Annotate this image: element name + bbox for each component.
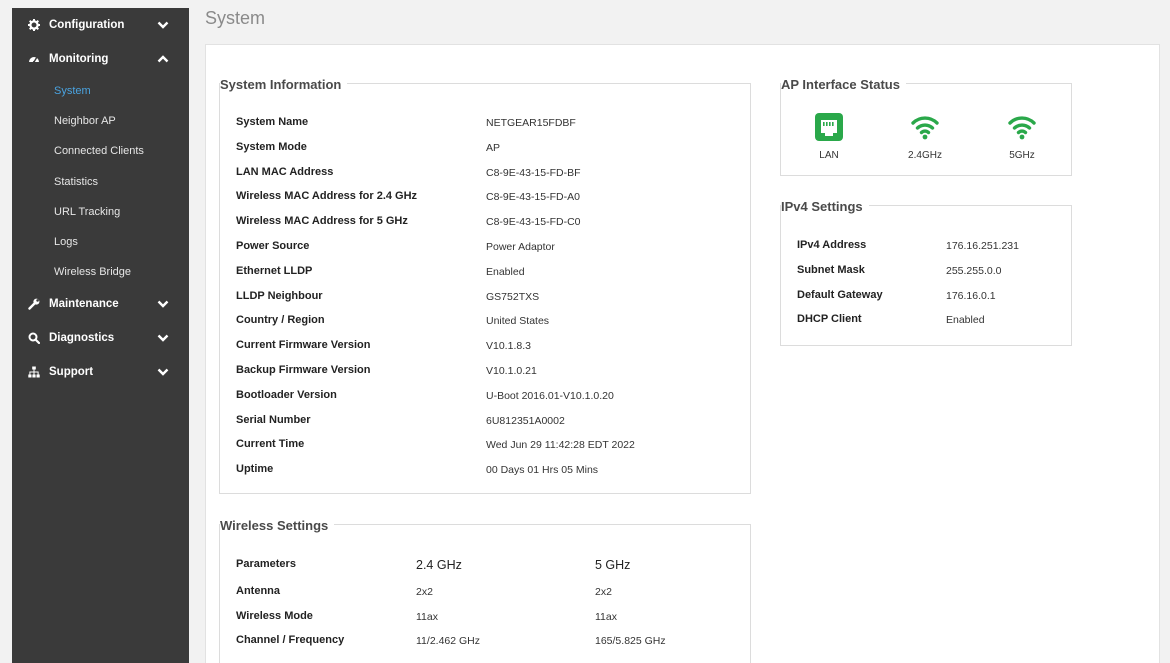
lan-status: LAN: [799, 113, 859, 161]
sidebar-subitem-statistics[interactable]: Statistics: [12, 167, 189, 197]
wireless-row-value: 11/2.462 GHz: [416, 635, 481, 647]
wireless-header-2-4ghz: 2.4 GHz: [416, 558, 462, 572]
system-info-row-label: Current Firmware Version: [236, 339, 371, 352]
sidebar-item-label: Support: [49, 366, 94, 379]
sidebar-item-monitoring[interactable]: Monitoring: [12, 42, 189, 76]
system-info-row-value: 00 Days 01 Hrs 05 Mins: [486, 464, 599, 477]
system-information-title: System Information: [220, 77, 348, 92]
system-info-row-label: Ethernet LLDP: [236, 264, 313, 277]
ap-interface-status-title: AP Interface Status: [781, 77, 906, 92]
wireless-row-value: 2x2: [416, 586, 433, 598]
ipv4-row-value: Enabled: [946, 314, 985, 327]
gear-icon: [28, 19, 40, 31]
wrench-icon: [28, 298, 40, 311]
page-title: System: [205, 8, 266, 28]
chevron-down-icon: [157, 334, 169, 343]
sidebar: Configuration Monitoring System Neighbor…: [12, 8, 189, 663]
sidebar-item-label: Monitoring: [49, 53, 109, 65]
system-info-row-label: Bootloader Version: [236, 388, 337, 401]
ipv4-row-label: DHCP Client: [797, 313, 862, 326]
wifi-5ghz-label: 5GHz: [1009, 150, 1035, 161]
system-info-row-label: Wireless MAC Address for 5 GHz: [236, 215, 408, 228]
lan-status-label: LAN: [819, 150, 839, 161]
ipv4-row-label: Default Gateway: [797, 288, 883, 301]
wireless-settings-title: Wireless Settings: [220, 518, 335, 533]
system-info-row-label: Backup Firmware Version: [236, 364, 371, 376]
sidebar-item-configuration[interactable]: Configuration: [12, 8, 189, 42]
chevron-down-icon: [157, 300, 169, 309]
system-info-row-value: C8-9E-43-15-FD-A0: [486, 191, 580, 204]
ipv4-row-value: 176.16.251.231: [946, 240, 1019, 252]
system-info-row-value: U-Boot 2016.01-V10.1.0.20: [486, 389, 614, 402]
chevron-down-icon: [157, 368, 169, 377]
system-info-row-value: C8-9E-43-15-FD-C0: [486, 216, 581, 229]
ipv4-row-value: 255.255.0.0: [946, 264, 1002, 277]
ipv4-row-label: IPv4 Address: [797, 239, 867, 251]
system-info-row-value: V10.1.8.3: [486, 340, 531, 353]
wifi-2-4ghz-status: 2.4GHz: [895, 113, 955, 161]
sidebar-subitem-url-tracking[interactable]: URL Tracking: [12, 197, 189, 227]
ipv4-row-label: Subnet Mask: [797, 263, 865, 276]
search-icon: [28, 332, 40, 345]
wifi-2-4ghz-label: 2.4GHz: [908, 150, 942, 161]
dashboard-icon: [28, 53, 40, 65]
system-info-row-label: Wireless MAC Address for 2.4 GHz: [236, 190, 418, 203]
sidebar-subitem-system[interactable]: System: [12, 76, 189, 106]
wireless-row-label: Antenna: [236, 585, 280, 597]
system-info-row-value: V10.1.0.21: [486, 365, 537, 377]
wireless-row-value: 11ax: [595, 610, 617, 623]
sidebar-subitem-connected-clients[interactable]: Connected Clients: [12, 136, 189, 166]
sidebar-item-label: Configuration: [49, 19, 125, 31]
system-info-row-value: NETGEAR15FDBF: [486, 117, 576, 129]
system-info-row-value: Power Adaptor: [486, 241, 555, 253]
sidebar-item-label: Maintenance: [49, 298, 119, 311]
ethernet-port-icon: [815, 113, 843, 141]
wifi-icon: [911, 116, 939, 140]
system-info-row-value: Enabled: [486, 265, 525, 278]
sidebar-subitem-wireless-bridge[interactable]: Wireless Bridge: [12, 257, 189, 287]
sidebar-subitem-logs[interactable]: Logs: [12, 227, 189, 257]
system-info-row-value: 6U812351A0002: [486, 414, 565, 427]
system-info-row-value: GS752TXS: [486, 290, 540, 303]
system-info-row-label: System Mode: [236, 140, 307, 153]
system-info-row-value: AP: [486, 141, 501, 154]
system-info-row-value: United States: [486, 315, 550, 328]
wireless-header-parameters: Parameters: [236, 558, 296, 570]
system-info-row-label: Uptime: [236, 463, 274, 476]
wifi-5ghz-status: 5GHz: [992, 113, 1052, 161]
system-info-row-label: Serial Number: [236, 413, 311, 426]
wireless-header-5ghz: 5 GHz: [595, 558, 631, 572]
sidebar-item-support[interactable]: Support: [12, 355, 189, 389]
content-card: System Information System Name NETGEAR15F…: [205, 44, 1160, 663]
wireless-row-label: Wireless Mode: [236, 609, 313, 622]
system-info-row-label: LLDP Neighbour: [236, 289, 323, 302]
sitemap-icon: [28, 366, 40, 378]
system-info-row-label: LAN MAC Address: [236, 165, 334, 178]
sidebar-item-diagnostics[interactable]: Diagnostics: [12, 321, 189, 355]
ipv4-row-value: 176.16.0.1: [946, 289, 996, 302]
sidebar-item-maintenance[interactable]: Maintenance: [12, 287, 189, 321]
sidebar-item-label: Diagnostics: [49, 332, 115, 345]
wireless-row-value: 165/5.825 GHz: [595, 635, 666, 647]
system-info-row-value: C8-9E-43-15-FD-BF: [486, 166, 581, 179]
system-info-row-label: Current Time: [236, 438, 305, 451]
chevron-down-icon: [157, 21, 169, 29]
system-info-row-value: Wed Jun 29 11:42:28 EDT 2022: [486, 439, 635, 452]
sidebar-subitem-neighbor-ap[interactable]: Neighbor AP: [12, 106, 189, 136]
wifi-icon: [1008, 116, 1036, 140]
system-info-row-label: Country / Region: [236, 314, 325, 327]
wireless-row-label: Channel / Frequency: [236, 634, 345, 646]
wireless-row-value: 11ax: [416, 610, 438, 623]
chevron-up-icon: [157, 55, 169, 63]
ipv4-settings-title: IPv4 Settings: [781, 199, 869, 214]
wireless-row-value: 2x2: [595, 586, 612, 598]
system-info-row-label: Power Source: [236, 240, 310, 252]
system-info-row-label: System Name: [236, 116, 309, 128]
